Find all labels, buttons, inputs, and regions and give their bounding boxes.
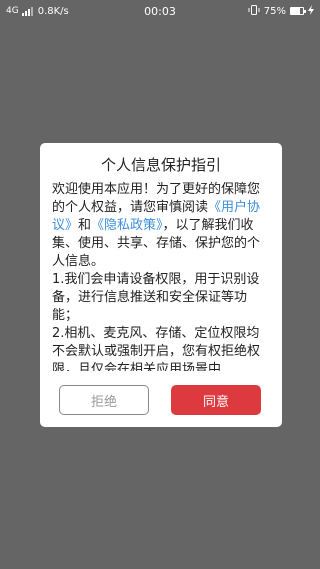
permission-item-2: 2.相机、麦克风、存储、定位权限均不会默认或强制开启，您有权拒绝权限，且仅会在相… bbox=[52, 326, 261, 371]
vibrate-icon bbox=[248, 4, 260, 18]
clock: 00:03 bbox=[144, 4, 176, 18]
network-type: 4G bbox=[6, 6, 19, 16]
dialog-body[interactable]: 欢迎使用本应用！为了更好的保障您的个人权益，请您审慎阅读《用户协议》和《隐私政策… bbox=[52, 181, 270, 371]
privacy-dialog: 个人信息保护指引 欢迎使用本应用！为了更好的保障您的个人权益，请您审慎阅读《用户… bbox=[40, 143, 282, 427]
agree-button[interactable]: 同意 bbox=[171, 385, 261, 415]
reject-button[interactable]: 拒绝 bbox=[59, 385, 149, 415]
dialog-title: 个人信息保护指引 bbox=[100, 156, 221, 174]
and-text: 和 bbox=[78, 218, 92, 233]
signal-icon bbox=[21, 6, 33, 16]
permission-item-1: 1.我们会申请设备权限，用于识别设备，进行信息推送和安全保证等功能； bbox=[52, 272, 260, 323]
network-speed: 0.8K/s bbox=[37, 5, 69, 17]
status-right: 75% bbox=[194, 4, 314, 18]
battery-percent: 75% bbox=[263, 5, 286, 17]
privacy-policy-link[interactable]: 《隐私政策》 bbox=[91, 218, 163, 233]
status-bar: 4G 0.8K/s 00:03 75% bbox=[0, 0, 320, 22]
status-left: 4G 0.8K/s bbox=[6, 6, 126, 17]
charging-icon bbox=[308, 4, 314, 18]
battery-icon bbox=[290, 7, 306, 15]
